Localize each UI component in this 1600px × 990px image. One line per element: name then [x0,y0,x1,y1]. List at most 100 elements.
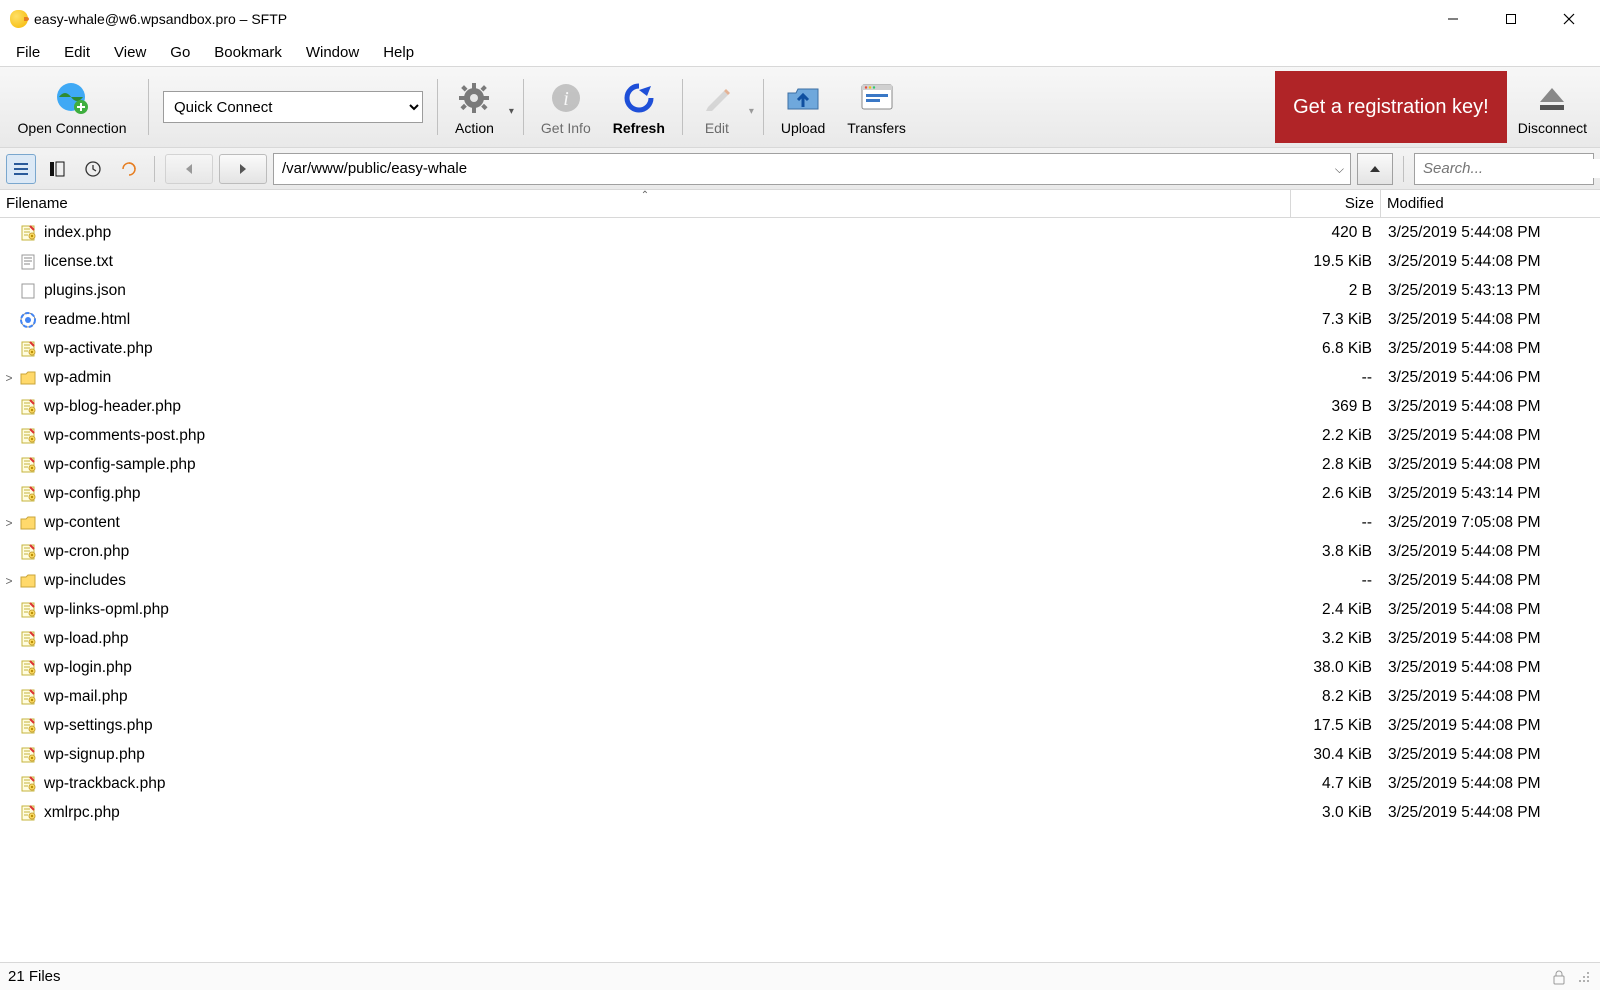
file-name: wp-activate.php [44,340,153,358]
file-modified: 3/25/2019 5:44:08 PM [1380,427,1600,445]
file-size: 2.4 KiB [1290,601,1380,619]
php-icon [18,426,38,446]
disconnect-button[interactable]: Disconnect [1507,67,1598,147]
menu-go[interactable]: Go [158,42,202,63]
menu-file[interactable]: File [4,42,52,63]
upload-button[interactable]: Upload [770,67,836,147]
view-list-toggle[interactable] [6,154,36,184]
file-name: wp-comments-post.php [44,427,205,445]
minimize-button[interactable] [1424,2,1482,36]
file-row[interactable]: wp-login.php38.0 KiB3/25/2019 5:44:08 PM [0,653,1600,682]
toolbar-separator [148,79,149,135]
file-row[interactable]: wp-links-opml.php2.4 KiB3/25/2019 5:44:0… [0,595,1600,624]
file-row[interactable]: wp-blog-header.php369 B3/25/2019 5:44:08… [0,392,1600,421]
html-icon [18,310,38,330]
history-button[interactable] [78,154,108,184]
file-name: readme.html [44,311,130,329]
file-row[interactable]: wp-load.php 3.2 KiB3/25/2019 5:44:08 PM [0,624,1600,653]
expander-icon[interactable]: > [0,574,18,588]
transfers-button[interactable]: Transfers [836,67,917,147]
file-row[interactable]: >wp-includes--3/25/2019 5:44:08 PM [0,566,1600,595]
refresh-button[interactable]: Refresh [602,67,676,147]
dropdown-arrow-icon: ▾ [509,106,514,117]
column-header-filename[interactable]: Filename ⌃ [0,190,1290,217]
file-name: wp-config.php [44,485,141,503]
file-row[interactable]: wp-trackback.php4.7 KiB3/25/2019 5:44:08… [0,769,1600,798]
file-modified: 3/25/2019 5:43:14 PM [1380,485,1600,503]
expander-icon[interactable]: > [0,516,18,530]
titlebar: easy-whale@w6.wpsandbox.pro – SFTP [0,0,1600,38]
search-input[interactable] [1421,159,1600,178]
edit-button[interactable]: ▾ Edit [689,67,757,147]
open-connection-button[interactable]: Open Connection [2,67,142,147]
nav-back-button[interactable] [165,154,213,184]
search-box[interactable] [1414,153,1594,185]
menu-window[interactable]: Window [294,42,371,63]
file-modified: 3/25/2019 5:44:06 PM [1380,369,1600,387]
file-row[interactable]: wp-config-sample.php2.8 KiB3/25/2019 5:4… [0,450,1600,479]
file-row[interactable]: wp-mail.php8.2 KiB3/25/2019 5:44:08 PM [0,682,1600,711]
file-name: wp-load.php [44,630,128,648]
file-row[interactable]: wp-comments-post.php2.2 KiB3/25/2019 5:4… [0,421,1600,450]
current-path: /var/www/public/easy-whale [282,160,467,177]
refresh-label: Refresh [613,120,665,136]
file-modified: 3/25/2019 5:44:08 PM [1380,688,1600,706]
menu-help[interactable]: Help [371,42,426,63]
column-header-size[interactable]: Size [1290,190,1380,217]
path-combobox[interactable]: /var/www/public/easy-whale ⌵ [273,153,1351,185]
file-name: wp-signup.php [44,746,145,764]
edit-label: Edit [705,120,729,136]
file-modified: 3/25/2019 5:44:08 PM [1380,253,1600,271]
file-name: wp-login.php [44,659,132,677]
file-row[interactable]: wp-signup.php30.4 KiB3/25/2019 5:44:08 P… [0,740,1600,769]
registration-banner[interactable]: Get a registration key! [1275,71,1507,143]
file-row[interactable]: license.txt19.5 KiB3/25/2019 5:44:08 PM [0,247,1600,276]
php-icon [18,687,38,707]
file-size: 3.2 KiB [1290,630,1380,648]
toolbar-separator [763,79,764,135]
column-header-modified[interactable]: Modified [1380,190,1600,217]
file-modified: 3/25/2019 5:44:08 PM [1380,746,1600,764]
bonjour-button[interactable] [114,154,144,184]
txt-icon [18,252,38,272]
toolbar-separator [682,79,683,135]
maximize-button[interactable] [1482,2,1540,36]
file-modified: 3/25/2019 5:44:08 PM [1380,224,1600,242]
file-browser[interactable]: Filename ⌃ Size Modified index.php420 B3… [0,190,1600,962]
close-button[interactable] [1540,2,1598,36]
file-row[interactable]: xmlrpc.php3.0 KiB3/25/2019 5:44:08 PM [0,798,1600,827]
quick-connect-dropdown[interactable]: Quick Connect [155,67,431,147]
app-icon [10,10,28,28]
globe-icon [53,78,91,118]
php-icon [18,455,38,475]
file-size: 4.7 KiB [1290,775,1380,793]
menu-bookmark[interactable]: Bookmark [202,42,294,63]
file-row[interactable]: readme.html7.3 KiB3/25/2019 5:44:08 PM [0,305,1600,334]
file-row[interactable]: >wp-admin--3/25/2019 5:44:06 PM [0,363,1600,392]
go-up-button[interactable] [1357,153,1393,185]
expander-icon[interactable]: > [0,371,18,385]
file-modified: 3/25/2019 5:44:08 PM [1380,630,1600,648]
quick-connect-select[interactable]: Quick Connect [163,91,423,123]
file-row[interactable]: wp-activate.php6.8 KiB3/25/2019 5:44:08 … [0,334,1600,363]
file-row[interactable]: wp-cron.php3.8 KiB3/25/2019 5:44:08 PM [0,537,1600,566]
file-modified: 3/25/2019 7:05:08 PM [1380,514,1600,532]
file-name: plugins.json [44,282,126,300]
file-modified: 3/25/2019 5:44:08 PM [1380,340,1600,358]
get-info-button[interactable]: i Get Info [530,67,602,147]
svg-text:i: i [563,88,569,110]
menu-edit[interactable]: Edit [52,42,102,63]
action-button[interactable]: ▾ Action [444,67,517,147]
file-row[interactable]: >wp-content--3/25/2019 7:05:08 PM [0,508,1600,537]
file-size: 38.0 KiB [1290,659,1380,677]
file-row[interactable]: wp-config.php2.6 KiB3/25/2019 5:43:14 PM [0,479,1600,508]
menu-view[interactable]: View [102,42,158,63]
file-row[interactable]: index.php420 B3/25/2019 5:44:08 PM [0,218,1600,247]
view-column-toggle[interactable] [42,154,72,184]
file-modified: 3/25/2019 5:44:08 PM [1380,456,1600,474]
php-icon [18,658,38,678]
file-row[interactable]: plugins.json2 B3/25/2019 5:43:13 PM [0,276,1600,305]
file-name: wp-trackback.php [44,775,165,793]
nav-forward-button[interactable] [219,154,267,184]
file-row[interactable]: wp-settings.php17.5 KiB3/25/2019 5:44:08… [0,711,1600,740]
